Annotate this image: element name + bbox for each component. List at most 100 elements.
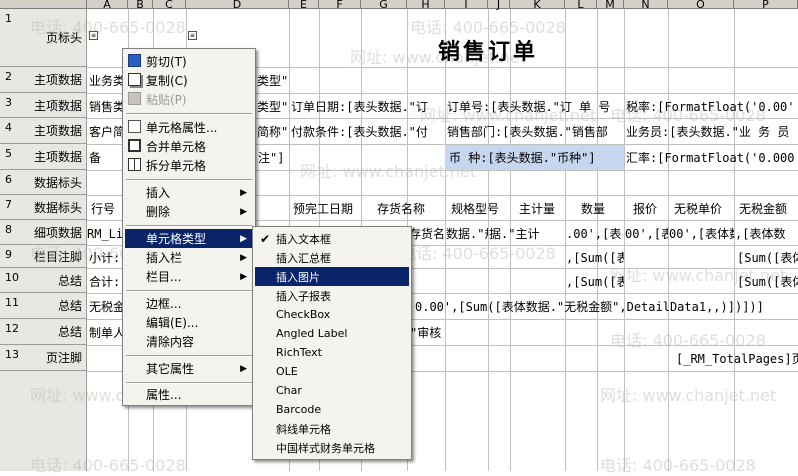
column-header-m[interactable]: M [597,0,624,11]
row-header-11[interactable]: 11 总结 [0,293,87,319]
row-header-2[interactable]: 2 主项数据 [0,67,87,93]
submenu-item-angled-label[interactable]: Angled Label [255,324,409,343]
cell-r4-a[interactable]: 客户简 [89,124,125,140]
cell-r3-o[interactable]: 税率:[FormatFloat('0.00' [626,99,798,115]
menu-item-paste[interactable]: 粘贴(P) [125,90,253,109]
submenu-item-diagonal-cell[interactable]: 斜线单元格 [255,419,409,438]
submenu-item-finance-cell[interactable]: 中国样式财务单元格 [255,438,409,457]
cell-r8-l[interactable]: .00',[表 [566,226,624,242]
cell-r8-g[interactable]: 存货名 [409,226,445,242]
column-heading-quote[interactable]: 报价 [633,201,657,217]
cell-r5-d[interactable]: 注"] [258,150,289,166]
cell-r3-e[interactable]: 订单日期:[表头数据."订 [291,99,445,115]
menu-item-cell-properties[interactable]: 单元格属性... [125,118,253,137]
cell-r11-a[interactable]: 无税金 [89,299,125,315]
cell-r10-p[interactable]: [Sum([表体 [737,274,798,290]
cell-r9-l[interactable]: ,[Sum([表 [566,250,624,266]
menu-item-other-properties[interactable]: 其它属性 ▶ [125,359,253,378]
column-heading-quantity[interactable]: 数量 [581,201,605,217]
row-header-3[interactable]: 3 主项数据 [0,93,87,118]
submenu-item-ole[interactable]: OLE [255,362,409,381]
submenu-item-summary-box[interactable]: 插入汇总框 [255,248,409,267]
column-header-d[interactable]: D [186,0,289,11]
column-header-n[interactable]: N [624,0,668,11]
menu-item-clear-contents[interactable]: 清除内容 [125,332,253,351]
cell-r9-p[interactable]: [Sum([表体 [737,250,798,266]
row-header-1[interactable]: 1 页标头 [0,9,87,67]
row-header-9[interactable]: 9 栏目注脚 [0,245,87,268]
cell-r5-a[interactable]: 备 [89,150,125,166]
column-heading-row-no[interactable]: 行号 [91,201,115,217]
cell-r3-d[interactable]: 类型" [257,99,289,115]
column-header-h[interactable]: H [407,0,445,11]
cell-r5-o[interactable]: 汇率:[FormatFloat('0.000 [626,150,798,166]
submenu-item-checkbox[interactable]: CheckBox [255,305,409,324]
cell-r10-l[interactable]: ,[Sum([表 [566,274,624,290]
cell-r8-j[interactable]: 据."主计 [489,226,564,242]
column-header-c[interactable]: C [153,0,186,11]
row-header-4[interactable]: 4 主项数据 [0,118,87,144]
column-header-i[interactable]: I [445,0,488,11]
cell-r2-a[interactable]: 业务类 [89,73,125,89]
column-header-f[interactable]: F [319,0,361,11]
submenu-item-subreport[interactable]: 插入子报表 [255,286,409,305]
menu-item-cell-type[interactable]: 单元格类型 ▶ [125,229,253,248]
column-heading-net-price[interactable]: 无税单价 [674,201,722,217]
cell-r8-n[interactable]: 00',[表 [625,226,668,242]
row-header-13[interactable]: 13 页注脚 [0,345,87,371]
row-header-8[interactable]: 8 细项数据 [0,220,87,245]
menu-item-edit[interactable]: 编辑(E)... [125,313,253,332]
cell-r8-p[interactable]: ,[表体数 [735,226,798,242]
row-header-5[interactable]: 5 主项数据 [0,144,87,170]
menu-item-insert-column[interactable]: 插入栏 ▶ [125,248,253,267]
cell-r13-o[interactable]: [_RM_TotalPages]页 [676,351,798,367]
row-header-12[interactable]: 12 总结 [0,319,87,345]
column-header-e[interactable]: E [289,0,319,11]
column-header-p[interactable]: P [734,0,798,11]
column-heading-item-name[interactable]: 存货名称 [377,201,425,217]
report-designer-sheet[interactable]: A B C D E F G H I J K L M N O P 1 页标头 2 主项… [0,0,798,475]
column-header-k[interactable]: K [510,0,565,11]
sheet-corner[interactable] [0,0,87,9]
submenu-item-richtext[interactable]: RichText [255,343,409,362]
cell-r3-i[interactable]: 订单号:[表头数据."订 单 号 [447,99,624,115]
column-header-b[interactable]: B [128,0,153,11]
menu-item-properties[interactable]: 属性... [125,385,253,404]
cell-r8-o[interactable]: 00',[表体数 [669,226,734,242]
cell-r8-a[interactable]: RM_Lin [87,226,127,242]
column-header-a[interactable]: A [87,0,128,11]
row-header-6[interactable]: 6 数据标头 [0,170,87,195]
cell-r10-a[interactable]: 合计: [89,274,125,290]
column-header-l[interactable]: L [565,0,597,11]
row-header-10[interactable]: 10 总结 [0,268,87,293]
menu-item-column-settings[interactable]: 栏目... ▶ [125,267,253,286]
cell-r12-h[interactable]: "审核 [410,325,450,341]
submenu-item-barcode[interactable]: Barcode [255,400,409,419]
cell-r3-a[interactable]: 销售类 [89,99,125,115]
cell-r11-h[interactable]: 0.00',[Sum([表体数据."无税金额",DetailData1,,)])… [415,299,798,315]
menu-item-cut[interactable]: 剪切(T) [125,52,253,71]
cell-r4-i[interactable]: 销售部门:[表头数据."销售部 [447,124,624,140]
column-heading-spec[interactable]: 规格型号 [451,201,499,217]
row-header-7[interactable]: 7 数据标头 [0,195,87,220]
menu-item-delete[interactable]: 删除 ▶ [125,202,253,221]
column-header-g[interactable]: G [361,0,407,11]
cell-r5-i[interactable]: 币 种:[表头数据."币种"] [449,150,624,166]
cell-r8-i[interactable]: 数据."规格 [446,226,488,242]
cell-r4-d[interactable]: 简称" [257,124,289,140]
menu-item-insert[interactable]: 插入 ▶ [125,183,253,202]
submenu-item-image[interactable]: 插入图片 [255,267,409,286]
column-header-o[interactable]: O [668,0,734,11]
cell-r9-a[interactable]: 小计: [89,250,125,266]
cell-r2-d[interactable]: 类型" [257,73,289,89]
menu-item-copy[interactable]: 复制(C) [125,71,253,90]
submenu-item-char[interactable]: Char [255,381,409,400]
menu-item-merge-cells[interactable]: 合并单元格 [125,137,253,156]
cell-r4-o[interactable]: 业务员:[表头数据."业 务 员 [626,124,798,140]
menu-item-split-cells[interactable]: 拆分单元格 [125,156,253,175]
column-header-j[interactable]: J [488,0,510,11]
cell-r12-a[interactable]: 制单人 [89,325,125,341]
report-title[interactable]: 销售订单 [438,34,538,66]
menu-item-border[interactable]: 边框... [125,294,253,313]
submenu-item-text-box[interactable]: ✔ 插入文本框 [255,229,409,248]
